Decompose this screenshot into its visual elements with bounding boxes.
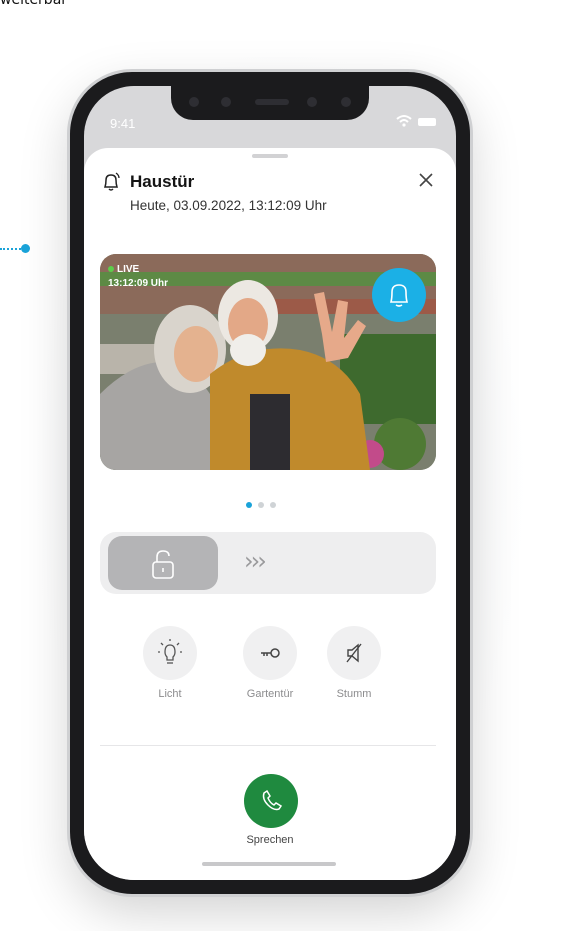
key-icon (261, 648, 280, 658)
call-label: Sprechen (246, 834, 294, 846)
action-label: Stumm (336, 688, 372, 700)
action-label: Gartentür (246, 688, 294, 700)
live-video-feed[interactable]: LIVE 13:12:09 Uhr (100, 254, 436, 470)
gartentuer-button[interactable] (243, 626, 297, 680)
bell-button[interactable] (372, 268, 426, 322)
phone-screen: 9:41 Haustür Heute, 03.09.2022, 13:12:09… (84, 86, 456, 880)
page-caption: weiterbar (0, 0, 68, 8)
lock-icon (152, 550, 174, 579)
sensor-dot (221, 97, 231, 107)
speaker-grille (255, 99, 289, 105)
notification-timestamp: Heute, 03.09.2022, 13:12:09 Uhr (130, 198, 327, 213)
lightbulb-icon (158, 639, 182, 664)
battery-icon (418, 118, 436, 126)
pager-dot[interactable] (246, 502, 252, 508)
action-gartentuer[interactable]: Gartentür (230, 626, 310, 700)
sensor-dot (307, 97, 317, 107)
status-time: 9:41 (110, 116, 136, 131)
close-icon[interactable] (416, 170, 436, 190)
notification-title: Haustür (130, 172, 195, 191)
live-indicator-dot (108, 266, 114, 272)
phone-frame: 9:41 Haustür Heute, 03.09.2022, 13:12:09… (70, 72, 470, 894)
action-licht[interactable]: Licht (130, 626, 210, 700)
pager-dots (246, 493, 282, 512)
stumm-button[interactable] (327, 626, 381, 680)
live-badge: LIVE (108, 264, 139, 275)
phone-icon (262, 789, 283, 811)
unlock-handle[interactable] (108, 536, 218, 590)
notch (171, 86, 369, 120)
pager-dot[interactable] (258, 502, 264, 508)
wifi-icon (396, 115, 412, 127)
sensor-dot (189, 97, 199, 107)
mute-icon (346, 643, 362, 663)
live-label: LIVE (117, 264, 140, 275)
call-button[interactable] (244, 774, 298, 828)
bell-ringing-icon (103, 172, 120, 191)
action-label: Licht (158, 688, 182, 700)
bell-icon (389, 284, 409, 307)
action-stumm[interactable]: Stumm (314, 626, 394, 700)
sheet-grabber[interactable] (252, 154, 288, 158)
divider (100, 745, 436, 746)
callout-dot (21, 244, 30, 253)
pager-dot[interactable] (270, 502, 276, 508)
chevrons-right-icon: ››› (244, 547, 267, 575)
doorbell-sheet: Haustür Heute, 03.09.2022, 13:12:09 Uhr (84, 148, 456, 880)
unlock-slider[interactable]: ››› (100, 532, 436, 594)
camera-dot (341, 97, 351, 107)
live-timestamp: 13:12:09 Uhr (108, 278, 169, 289)
licht-button[interactable] (143, 626, 197, 680)
home-indicator[interactable] (202, 862, 336, 866)
